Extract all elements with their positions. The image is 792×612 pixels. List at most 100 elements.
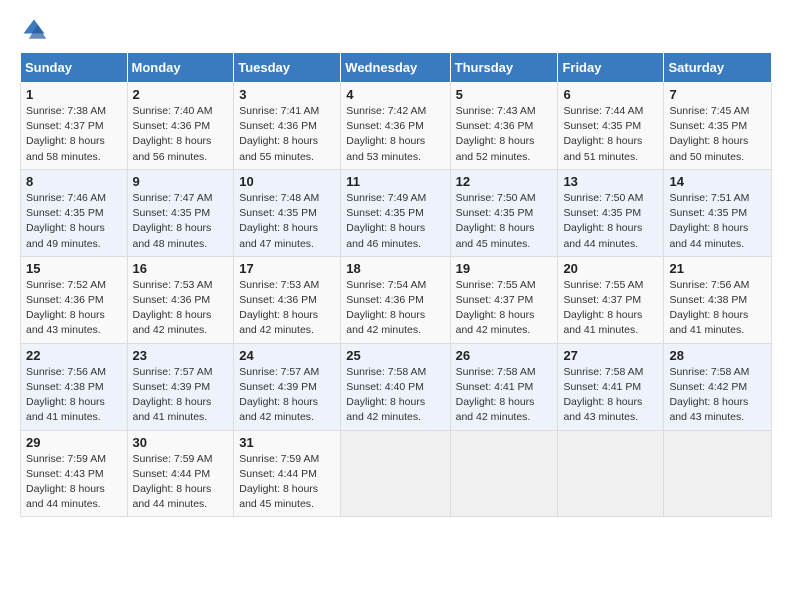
day-info: Sunrise: 7:58 AMSunset: 4:41 PMDaylight:… xyxy=(563,365,658,426)
day-info: Sunrise: 7:59 AMSunset: 4:44 PMDaylight:… xyxy=(133,452,229,513)
day-info: Sunrise: 7:58 AMSunset: 4:42 PMDaylight:… xyxy=(669,365,766,426)
day-info: Sunrise: 7:38 AMSunset: 4:37 PMDaylight:… xyxy=(26,104,122,165)
table-row: 31 Sunrise: 7:59 AMSunset: 4:44 PMDayligh… xyxy=(234,430,341,517)
table-row: 8 Sunrise: 7:46 AMSunset: 4:35 PMDaylight… xyxy=(21,169,128,256)
dow-saturday: Saturday xyxy=(664,53,772,83)
table-row: 23 Sunrise: 7:57 AMSunset: 4:39 PMDayligh… xyxy=(127,343,234,430)
day-number: 2 xyxy=(133,87,229,102)
table-row: 24 Sunrise: 7:57 AMSunset: 4:39 PMDayligh… xyxy=(234,343,341,430)
day-number: 15 xyxy=(26,261,122,276)
day-number: 18 xyxy=(346,261,444,276)
day-info: Sunrise: 7:41 AMSunset: 4:36 PMDaylight:… xyxy=(239,104,335,165)
day-number: 1 xyxy=(26,87,122,102)
day-info: Sunrise: 7:58 AMSunset: 4:41 PMDaylight:… xyxy=(456,365,553,426)
table-row: 7 Sunrise: 7:45 AMSunset: 4:35 PMDaylight… xyxy=(664,83,772,170)
table-row: 15 Sunrise: 7:52 AMSunset: 4:36 PMDayligh… xyxy=(21,256,128,343)
table-row: 2 Sunrise: 7:40 AMSunset: 4:36 PMDaylight… xyxy=(127,83,234,170)
day-number: 12 xyxy=(456,174,553,189)
table-row: 11Sunrise: 7:49 AMSunset: 4:35 PMDayligh… xyxy=(341,169,450,256)
table-row: 26 Sunrise: 7:58 AMSunset: 4:41 PMDayligh… xyxy=(450,343,558,430)
table-row: 5 Sunrise: 7:43 AMSunset: 4:36 PMDaylight… xyxy=(450,83,558,170)
day-number: 13 xyxy=(563,174,658,189)
table-row: 4 Sunrise: 7:42 AMSunset: 4:36 PMDaylight… xyxy=(341,83,450,170)
table-row: 9Sunrise: 7:47 AMSunset: 4:35 PMDaylight… xyxy=(127,169,234,256)
table-row: 27 Sunrise: 7:58 AMSunset: 4:41 PMDayligh… xyxy=(558,343,664,430)
day-info: Sunrise: 7:56 AMSunset: 4:38 PMDaylight:… xyxy=(669,278,766,339)
day-info: Sunrise: 7:58 AMSunset: 4:40 PMDaylight:… xyxy=(346,365,444,426)
table-row: 13 Sunrise: 7:50 AMSunset: 4:35 PMDayligh… xyxy=(558,169,664,256)
day-info: Sunrise: 7:55 AMSunset: 4:37 PMDaylight:… xyxy=(563,278,658,339)
day-info: Sunrise: 7:54 AMSunset: 4:36 PMDaylight:… xyxy=(346,278,444,339)
day-number: 16 xyxy=(133,261,229,276)
calendar-week-row: 22 Sunrise: 7:56 AMSunset: 4:38 PMDayligh… xyxy=(21,343,772,430)
day-info: Sunrise: 7:50 AMSunset: 4:35 PMDaylight:… xyxy=(563,191,658,252)
day-of-week-header-row: SundayMondayTuesdayWednesdayThursdayFrid… xyxy=(21,53,772,83)
day-info: Sunrise: 7:48 AMSunset: 4:35 PMDaylight:… xyxy=(239,191,335,252)
day-number: 9 xyxy=(133,174,229,189)
day-number: 27 xyxy=(563,348,658,363)
table-row: 16 Sunrise: 7:53 AMSunset: 4:36 PMDayligh… xyxy=(127,256,234,343)
table-row: 14Sunrise: 7:51 AMSunset: 4:35 PMDayligh… xyxy=(664,169,772,256)
day-number: 4 xyxy=(346,87,444,102)
dow-tuesday: Tuesday xyxy=(234,53,341,83)
day-info: Sunrise: 7:53 AMSunset: 4:36 PMDaylight:… xyxy=(239,278,335,339)
day-info: Sunrise: 7:46 AMSunset: 4:35 PMDaylight:… xyxy=(26,191,122,252)
logo-icon xyxy=(20,16,48,44)
day-info: Sunrise: 7:45 AMSunset: 4:35 PMDaylight:… xyxy=(669,104,766,165)
day-number: 10 xyxy=(239,174,335,189)
table-row: 25 Sunrise: 7:58 AMSunset: 4:40 PMDayligh… xyxy=(341,343,450,430)
table-row xyxy=(664,430,772,517)
table-row: 17 Sunrise: 7:53 AMSunset: 4:36 PMDayligh… xyxy=(234,256,341,343)
day-number: 7 xyxy=(669,87,766,102)
table-row: 19 Sunrise: 7:55 AMSunset: 4:37 PMDayligh… xyxy=(450,256,558,343)
day-info: Sunrise: 7:55 AMSunset: 4:37 PMDaylight:… xyxy=(456,278,553,339)
table-row: 29 Sunrise: 7:59 AMSunset: 4:43 PMDayligh… xyxy=(21,430,128,517)
day-number: 26 xyxy=(456,348,553,363)
day-number: 29 xyxy=(26,435,122,450)
day-number: 17 xyxy=(239,261,335,276)
day-info: Sunrise: 7:59 AMSunset: 4:44 PMDaylight:… xyxy=(239,452,335,513)
day-number: 5 xyxy=(456,87,553,102)
day-info: Sunrise: 7:43 AMSunset: 4:36 PMDaylight:… xyxy=(456,104,553,165)
day-info: Sunrise: 7:56 AMSunset: 4:38 PMDaylight:… xyxy=(26,365,122,426)
table-row xyxy=(450,430,558,517)
day-info: Sunrise: 7:44 AMSunset: 4:35 PMDaylight:… xyxy=(563,104,658,165)
day-number: 19 xyxy=(456,261,553,276)
day-info: Sunrise: 7:57 AMSunset: 4:39 PMDaylight:… xyxy=(239,365,335,426)
calendar-week-row: 8 Sunrise: 7:46 AMSunset: 4:35 PMDaylight… xyxy=(21,169,772,256)
day-number: 28 xyxy=(669,348,766,363)
day-info: Sunrise: 7:42 AMSunset: 4:36 PMDaylight:… xyxy=(346,104,444,165)
calendar-week-row: 1 Sunrise: 7:38 AMSunset: 4:37 PMDaylight… xyxy=(21,83,772,170)
table-row xyxy=(558,430,664,517)
table-row: 10 Sunrise: 7:48 AMSunset: 4:35 PMDayligh… xyxy=(234,169,341,256)
table-row: 12Sunrise: 7:50 AMSunset: 4:35 PMDayligh… xyxy=(450,169,558,256)
logo xyxy=(20,16,52,44)
dow-sunday: Sunday xyxy=(21,53,128,83)
day-info: Sunrise: 7:40 AMSunset: 4:36 PMDaylight:… xyxy=(133,104,229,165)
day-number: 25 xyxy=(346,348,444,363)
table-row: 28 Sunrise: 7:58 AMSunset: 4:42 PMDayligh… xyxy=(664,343,772,430)
table-row: 21 Sunrise: 7:56 AMSunset: 4:38 PMDayligh… xyxy=(664,256,772,343)
table-row xyxy=(341,430,450,517)
day-info: Sunrise: 7:52 AMSunset: 4:36 PMDaylight:… xyxy=(26,278,122,339)
day-number: 24 xyxy=(239,348,335,363)
day-info: Sunrise: 7:57 AMSunset: 4:39 PMDaylight:… xyxy=(133,365,229,426)
day-number: 3 xyxy=(239,87,335,102)
day-number: 30 xyxy=(133,435,229,450)
day-number: 8 xyxy=(26,174,122,189)
dow-wednesday: Wednesday xyxy=(341,53,450,83)
table-row: 18 Sunrise: 7:54 AMSunset: 4:36 PMDayligh… xyxy=(341,256,450,343)
day-info: Sunrise: 7:53 AMSunset: 4:36 PMDaylight:… xyxy=(133,278,229,339)
day-info: Sunrise: 7:49 AMSunset: 4:35 PMDaylight:… xyxy=(346,191,444,252)
dow-thursday: Thursday xyxy=(450,53,558,83)
table-row: 30 Sunrise: 7:59 AMSunset: 4:44 PMDayligh… xyxy=(127,430,234,517)
table-row: 22 Sunrise: 7:56 AMSunset: 4:38 PMDayligh… xyxy=(21,343,128,430)
table-row: 3 Sunrise: 7:41 AMSunset: 4:36 PMDaylight… xyxy=(234,83,341,170)
day-number: 31 xyxy=(239,435,335,450)
calendar-week-row: 15 Sunrise: 7:52 AMSunset: 4:36 PMDayligh… xyxy=(21,256,772,343)
day-number: 22 xyxy=(26,348,122,363)
day-info: Sunrise: 7:59 AMSunset: 4:43 PMDaylight:… xyxy=(26,452,122,513)
day-number: 23 xyxy=(133,348,229,363)
day-number: 14 xyxy=(669,174,766,189)
day-number: 21 xyxy=(669,261,766,276)
